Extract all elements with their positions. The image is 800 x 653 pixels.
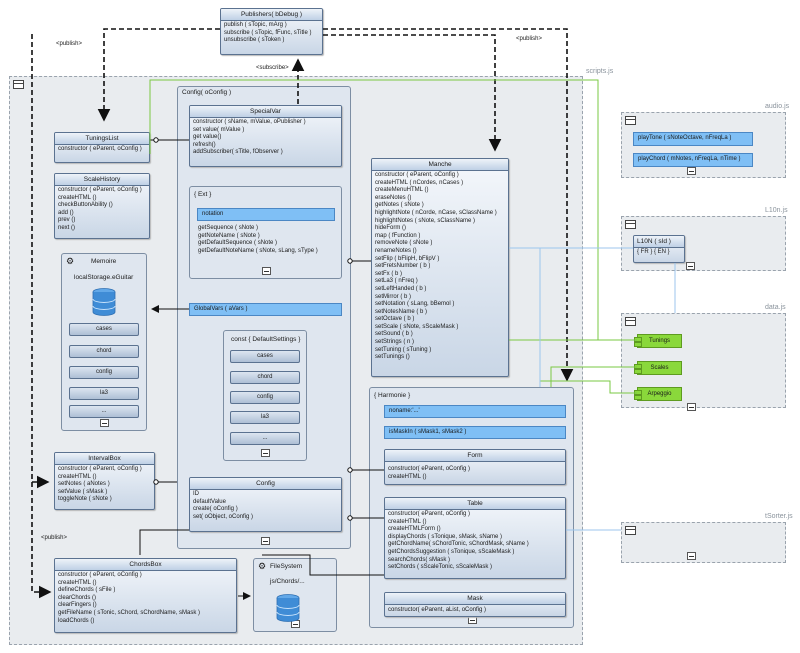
socket-icon xyxy=(153,137,159,143)
publish-line-upper xyxy=(323,34,502,152)
arpeggio-data-link xyxy=(540,380,637,394)
publish-line-bottom xyxy=(31,34,52,599)
socket-icon xyxy=(153,479,159,485)
tunings-data-link xyxy=(149,79,637,341)
subscribe-label: <subscribe> xyxy=(256,65,289,71)
socket-icon xyxy=(347,515,353,521)
publish-label: <publish> xyxy=(56,41,83,47)
publish-line-right xyxy=(323,28,574,382)
socket-icon xyxy=(347,467,353,473)
config-to-chords xyxy=(139,529,189,555)
publish-line-left xyxy=(97,28,220,122)
table-to-chords xyxy=(262,554,384,576)
socket-icon xyxy=(347,258,353,264)
scales-data-link xyxy=(550,366,637,387)
connectors xyxy=(31,28,676,600)
publish-label: <publish> xyxy=(41,535,68,541)
publish-label: <publish> xyxy=(516,36,543,42)
